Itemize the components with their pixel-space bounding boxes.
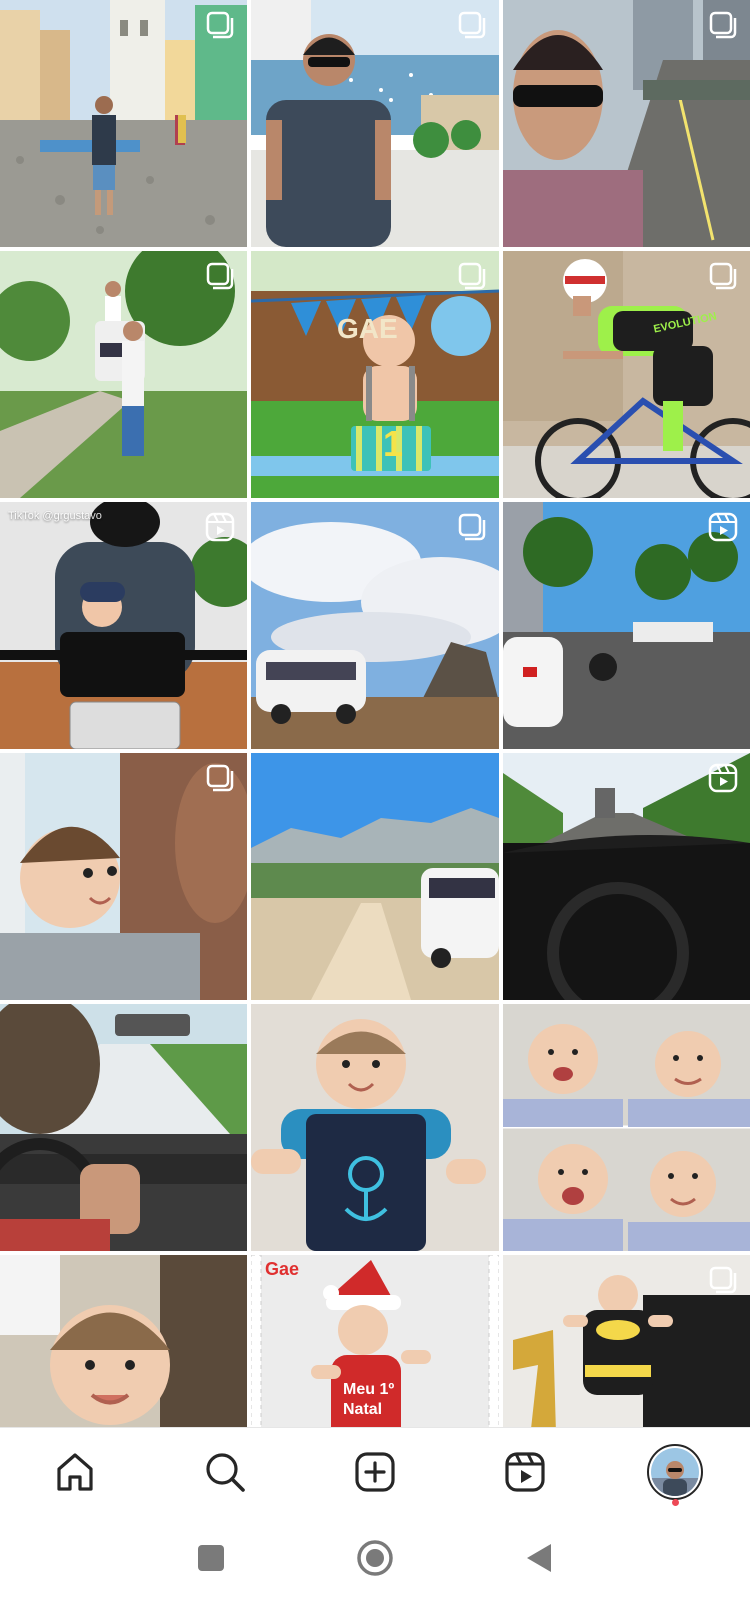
nav-create-button[interactable]: [345, 1442, 405, 1502]
nav-search-button[interactable]: [195, 1442, 255, 1502]
square-icon: [198, 1544, 224, 1571]
carousel-icon: [206, 262, 234, 290]
grid-post-7[interactable]: TikTok @grgustavo: [0, 502, 247, 749]
system-navigation-bar: [0, 1515, 750, 1600]
grid-post-10[interactable]: [0, 753, 247, 1000]
post-thumbnail: [251, 1004, 499, 1251]
notification-dot: [672, 1498, 679, 1506]
system-home-button[interactable]: [353, 1536, 397, 1580]
grid-post-2[interactable]: [251, 0, 499, 247]
carousel-icon: [458, 11, 486, 39]
cake-number: 1: [383, 423, 404, 464]
system-back-button[interactable]: [517, 1536, 561, 1580]
bottom-navigation: [0, 1427, 750, 1515]
grid-post-12[interactable]: [503, 753, 750, 1000]
post-thumbnail: [251, 753, 499, 1000]
banner-text: GAE: [337, 313, 398, 344]
carousel-icon: [206, 764, 234, 792]
shirt-text: Meu 1º Natal: [343, 1381, 395, 1418]
grid-post-8[interactable]: [251, 502, 499, 749]
grid-post-9[interactable]: [503, 502, 750, 749]
reels-icon: [505, 1451, 545, 1492]
grid-post-4[interactable]: [0, 251, 247, 498]
home-icon: [57, 1452, 93, 1491]
grid-post-14[interactable]: [251, 1004, 499, 1251]
grid-post-1[interactable]: [0, 0, 247, 247]
post-thumbnail: [0, 1004, 247, 1251]
profile-post-grid: GAE 1 EVOLUTION TikTok @grgustavo Gae Me…: [0, 0, 750, 1427]
reels-icon: [708, 763, 738, 793]
carousel-icon: [709, 11, 737, 39]
grid-post-13[interactable]: [0, 1004, 247, 1251]
grid-post-18[interactable]: [503, 1255, 750, 1427]
tiktok-watermark: TikTok @grgustavo: [8, 510, 102, 522]
post-thumbnail: [0, 1255, 247, 1427]
reels-icon: [708, 512, 738, 542]
grid-post-15[interactable]: [503, 1004, 750, 1251]
nav-reels-button[interactable]: [495, 1442, 555, 1502]
corner-text: Gae: [265, 1259, 300, 1279]
back-triangle-icon: [527, 1543, 551, 1572]
carousel-icon: [709, 1266, 737, 1294]
reels-icon: [205, 512, 235, 542]
carousel-icon: [709, 262, 737, 290]
search-icon: [206, 1452, 245, 1492]
grid-post-11[interactable]: [251, 753, 499, 1000]
nav-home-button[interactable]: [45, 1442, 105, 1502]
grid-post-6[interactable]: EVOLUTION: [503, 251, 750, 498]
avatar: [647, 1443, 703, 1500]
carousel-icon: [458, 513, 486, 541]
grid-post-3[interactable]: [503, 0, 750, 247]
plus-square-icon: [355, 1451, 395, 1492]
carousel-icon: [206, 11, 234, 39]
circle-icon: [357, 1539, 393, 1576]
grid-post-17[interactable]: Gae Meu 1º Natal: [251, 1255, 499, 1427]
carousel-icon: [458, 262, 486, 290]
grid-post-5[interactable]: GAE 1: [251, 251, 499, 498]
post-thumbnail: [503, 1004, 750, 1251]
nav-profile-button[interactable]: [645, 1442, 705, 1506]
recents-button[interactable]: [189, 1536, 233, 1580]
grid-post-16[interactable]: [0, 1255, 247, 1427]
avatar-image: [651, 1447, 699, 1496]
